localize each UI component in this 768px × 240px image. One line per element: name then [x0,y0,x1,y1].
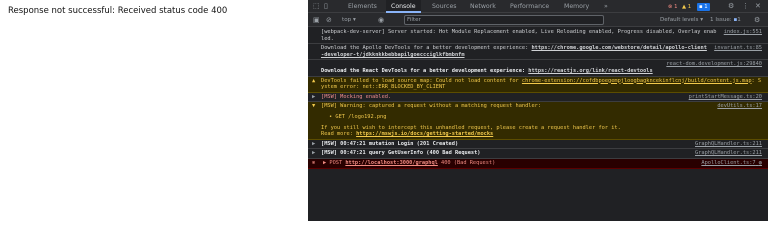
source-link[interactable]: GraphQLHandler.ts:211 [695,150,762,157]
more-tabs-button[interactable]: » [600,0,612,13]
error-icon: ⊗ [312,159,316,166]
warning-icon: ▲ [312,77,316,84]
console-settings-icon[interactable]: ⚙ [754,17,760,24]
levels-label: Default levels [660,17,699,23]
kebab-menu-icon[interactable]: ⋮ [742,3,749,10]
message-text: [webpack-dev-server] Server started: Hot… [321,29,717,42]
expand-arrow-icon[interactable]: ▶ [312,94,315,101]
device-toolbar-icon[interactable]: ▯ [324,3,328,10]
message-icon: ▪ [699,4,703,10]
console-message[interactable]: ▶ GraphQLHandler.ts:211 [MSW] 00:47:21 m… [308,140,768,150]
message-text-after: ) [477,150,481,157]
message-count: 1 [704,4,708,10]
filter-field[interactable] [404,15,604,25]
graphql-endpoint-link[interactable]: http://localhost:3000/graphql [345,160,437,166]
message-count-badge[interactable]: ▪ 1 [697,3,710,11]
source-link[interactable]: ApolloClient.ts:7 ◍ [701,160,762,167]
message-text: [MSW] 00:47:21 query GetUserInfo ( [321,150,430,157]
tab-network[interactable]: Network [466,0,500,13]
expand-arrow-icon[interactable]: ▶ [312,150,315,157]
status-badge: 400 (Bad Request) [441,159,496,166]
eye-icon[interactable]: ◉ [378,17,384,24]
console-toolbar: ▣ ⊘ top ▾ ◉ Default levels ▾ 1 Issue: ▪1… [308,13,768,27]
status-badge: 400 Bad Request [429,150,478,157]
devtools-tab-bar: ⬚ ▯ Elements Console Sources Network Per… [308,0,768,13]
tab-performance[interactable]: Performance [506,0,553,13]
chevron-down-icon: ▾ [352,17,356,23]
error-count-badge[interactable]: ⊗ 1 [668,3,678,11]
issues-button[interactable]: 1 Issue: ▪1 [710,14,741,26]
warning-icon: ▲ [682,4,687,10]
console-error[interactable]: ⊗ ApolloClient.ts:7 ◍ ▶ POST http://loca… [308,158,768,169]
expand-arrow-icon[interactable]: ▶ [312,141,315,148]
warning-count-badge[interactable]: ▲ 1 [682,3,691,11]
error-icon: ⊗ [668,4,673,10]
source-map-link[interactable]: chrome-extension://cofdbpoegempjloogbagk… [522,78,752,84]
warning-count: 1 [687,4,692,10]
message-text: [MSW] 00:47:21 mutation Login ( [321,140,420,147]
sidebar-toggle-icon[interactable]: ▣ [313,17,320,24]
tab-memory[interactable]: Memory [560,0,593,13]
console-warning: ▼ devUtils.ts:17 [MSW] Warning: captured… [308,102,768,140]
source-link-label: ApolloClient.ts:7 [701,159,756,166]
console-message: react-dom.development.js:29840 Download … [308,60,768,77]
error-message: Response not successful: Received status… [8,6,228,16]
message-text: DevTools failed to load source map: Coul… [321,77,522,84]
context-selector[interactable]: top ▾ [342,14,356,26]
unhandled-request: • GET /logo192.png [329,113,387,120]
network-icon: ◍ [758,159,762,166]
page: Response not successful: Received status… [0,0,768,221]
source-link[interactable]: invariant.ts:85 [714,45,762,52]
settings-icon[interactable]: ⚙ [728,3,734,10]
status-badge: 201 Created [419,140,455,147]
inspect-icon[interactable]: ⬚ [313,3,320,10]
source-link[interactable]: printStartMessage.ts:20 [689,94,762,101]
react-devtools-link[interactable]: https://reactjs.org/link/react-devtools [528,68,652,74]
issues-label: 1 Issue: [710,17,732,23]
message-text-after: ) [454,140,459,147]
console-message: index.js:551 [webpack-dev-server] Server… [308,28,768,45]
read-more-label: Read more: [321,131,357,138]
message-text: POST [329,159,346,166]
console-message[interactable]: ▶ GraphQLHandler.ts:211 [MSW] 00:47:21 q… [308,149,768,159]
source-link[interactable]: react-dom.development.js:29840 [666,61,762,67]
message-text: Download the React DevTools for a better… [321,67,529,74]
console-warning: ▲ DevTools failed to load source map: Co… [308,76,768,93]
context-label: top [342,17,352,23]
levels-dropdown[interactable]: Default levels ▾ [660,14,703,26]
chevron-down-icon: ▾ [700,17,704,23]
message-text: Download the Apollo DevTools for a bette… [321,45,532,52]
expand-arrow-icon[interactable]: ▶ [323,160,326,166]
console-message[interactable]: ▶ printStartMessage.ts:20 [MSW] Mocking … [308,93,768,103]
console-log: index.js:551 [webpack-dev-server] Server… [308,28,768,169]
source-link[interactable]: index.js:551 [724,29,762,36]
source-link[interactable]: devUtils.ts:17 [717,103,762,110]
tab-elements[interactable]: Elements [344,0,381,13]
message-text: [MSW] Warning: captured a request withou… [321,103,542,110]
devtools-panel: ⬚ ▯ Elements Console Sources Network Per… [308,0,768,221]
console-message: invariant.ts:85 Download the Apollo DevT… [308,44,768,61]
message-text: [MSW] Mocking enabled. [321,93,392,100]
close-icon[interactable]: ✕ [755,3,761,10]
msw-docs-link[interactable]: https://mswjs.io/docs/getting-started/mo… [356,131,493,137]
tab-sources[interactable]: Sources [428,0,460,13]
source-link[interactable]: GraphQLHandler.ts:211 [695,141,762,148]
error-count: 1 [674,4,678,10]
clear-console-icon[interactable]: ⊘ [326,17,332,24]
collapse-arrow-icon[interactable]: ▼ [312,103,315,110]
tab-console[interactable]: Console [386,0,421,13]
filter-input[interactable] [407,16,597,24]
issues-count: 1 [737,17,741,23]
